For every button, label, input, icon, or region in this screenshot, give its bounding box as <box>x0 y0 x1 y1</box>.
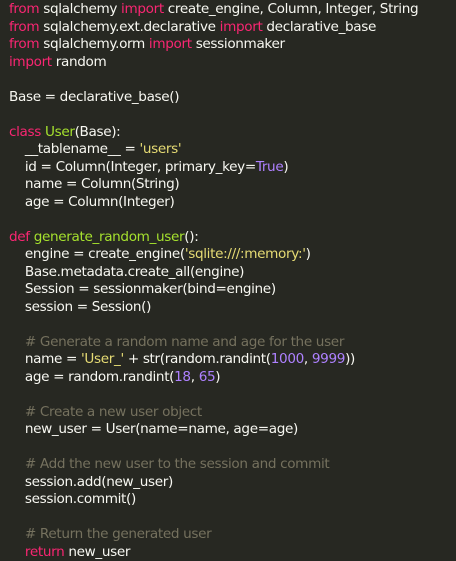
comment-token: # Add the new user to the session and co… <box>9 456 329 472</box>
comment-token: # Return the generated user <box>9 526 211 542</box>
number-token: True <box>256 159 283 175</box>
code-token: session.commit() <box>9 491 136 507</box>
code-line[interactable]: class User(Base): <box>9 124 456 142</box>
code-token: name = <box>9 351 81 367</box>
code-token: new_user <box>64 544 130 560</box>
code-line[interactable]: import random <box>9 54 456 72</box>
code-line[interactable] <box>9 71 456 89</box>
code-line[interactable]: new_user = User(name=name, age=age) <box>9 421 456 439</box>
code-token: id = Column(Integer, primary_key= <box>9 159 256 175</box>
code-token: Base = declarative_base() <box>9 89 179 105</box>
code-token: sqlalchemy <box>39 1 121 17</box>
code-line[interactable] <box>9 106 456 124</box>
code-line[interactable]: return new_user <box>9 544 456 561</box>
keyword-token: import <box>220 19 263 35</box>
code-line[interactable] <box>9 386 456 404</box>
code-line[interactable]: session.add(new_user) <box>9 474 456 492</box>
code-token: Session = sessionmaker(bind=engine) <box>9 281 276 297</box>
code-token: ) <box>283 159 288 175</box>
code-token: age = Column(Integer) <box>9 194 174 210</box>
code-token: sessionmaker <box>192 36 285 52</box>
code-line[interactable]: from sqlalchemy.orm import sessionmaker <box>9 36 456 54</box>
keyword-token: from <box>9 36 39 52</box>
code-token: (Base): <box>75 124 121 140</box>
function-name-token: generate_random_user <box>34 229 185 245</box>
code-line[interactable]: session.commit() <box>9 491 456 509</box>
code-token: ) <box>215 369 220 385</box>
keyword-token: import <box>9 54 52 70</box>
code-line[interactable]: # Generate a random name and age for the… <box>9 334 456 352</box>
code-editor[interactable]: from sqlalchemy import create_engine, Co… <box>0 0 456 532</box>
string-token: 'users' <box>139 141 181 157</box>
code-line[interactable]: name = 'User_' + str(random.randint(1000… <box>9 351 456 369</box>
code-line[interactable]: age = Column(Integer) <box>9 194 456 212</box>
comment-token: # Create a new user object <box>9 404 202 420</box>
code-line[interactable]: age = random.randint(18, 65) <box>9 369 456 387</box>
code-line[interactable] <box>9 509 456 527</box>
string-token: 'sqlite:///:memory:' <box>185 246 306 262</box>
code-token: age = random.randint( <box>9 369 174 385</box>
code-line[interactable]: engine = create_engine('sqlite:///:memor… <box>9 246 456 264</box>
code-token: engine = create_engine( <box>9 246 185 262</box>
code-line[interactable]: def generate_random_user(): <box>9 229 456 247</box>
number-token: 18 <box>174 369 191 385</box>
code-line[interactable] <box>9 439 456 457</box>
code-token: session.add(new_user) <box>9 474 173 490</box>
code-line[interactable]: Base.metadata.create_all(engine) <box>9 264 456 282</box>
keyword-token: import <box>149 36 192 52</box>
code-token: sqlalchemy.orm <box>39 36 149 52</box>
comment-token: # Generate a random name and age for the… <box>9 334 344 350</box>
code-line[interactable]: from sqlalchemy import create_engine, Co… <box>9 1 456 19</box>
code-token: )) <box>345 351 355 367</box>
code-line[interactable]: # Return the generated user <box>9 526 456 544</box>
code-token: declarative_base <box>262 19 376 35</box>
code-token: sqlalchemy.ext.declarative <box>39 19 219 35</box>
code-line[interactable] <box>9 211 456 229</box>
code-token: , <box>304 351 312 367</box>
code-token: random <box>52 54 107 70</box>
keyword-token: return <box>9 544 64 560</box>
number-token: 9999 <box>312 351 345 367</box>
code-token: create_engine, Column, Integer, String <box>164 1 418 17</box>
function-name-token: User <box>45 124 75 140</box>
code-line[interactable] <box>9 316 456 334</box>
code-token: + str(random.randint( <box>124 351 271 367</box>
code-token: ) <box>306 246 311 262</box>
code-line[interactable]: id = Column(Integer, primary_key=True) <box>9 159 456 177</box>
keyword-token: from <box>9 1 39 17</box>
code-line[interactable]: Base = declarative_base() <box>9 89 456 107</box>
code-line[interactable]: __tablename__ = 'users' <box>9 141 456 159</box>
number-token: 65 <box>199 369 216 385</box>
keyword-token: from <box>9 19 39 35</box>
code-token: session = Session() <box>9 299 151 315</box>
code-line[interactable]: # Add the new user to the session and co… <box>9 456 456 474</box>
code-token: , <box>191 369 199 385</box>
code-line[interactable]: session = Session() <box>9 299 456 317</box>
keyword-token: def <box>9 229 30 245</box>
code-token: (): <box>184 229 198 245</box>
keyword-token: class <box>9 124 41 140</box>
code-line[interactable]: name = Column(String) <box>9 176 456 194</box>
keyword-token: import <box>121 1 164 17</box>
code-token: __tablename__ = <box>9 141 139 157</box>
number-token: 1000 <box>271 351 304 367</box>
code-token: name = Column(String) <box>9 176 179 192</box>
code-token: new_user = User(name=name, age=age) <box>9 421 298 437</box>
code-line[interactable]: from sqlalchemy.ext.declarative import d… <box>9 19 456 37</box>
string-token: 'User_' <box>81 351 124 367</box>
code-line[interactable]: Session = sessionmaker(bind=engine) <box>9 281 456 299</box>
code-token: Base.metadata.create_all(engine) <box>9 264 244 280</box>
code-line[interactable]: # Create a new user object <box>9 404 456 422</box>
